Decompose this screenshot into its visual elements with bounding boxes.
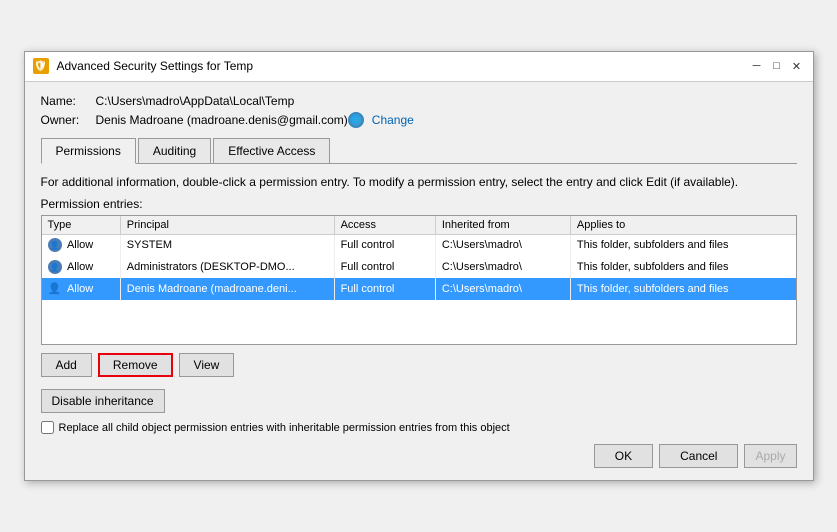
table-row-empty [42,300,796,322]
cell-principal: SYSTEM [120,234,334,256]
cell-inherited: C:\Users\madro\ [435,256,570,278]
disable-inheritance-button[interactable]: Disable inheritance [41,389,165,413]
maximize-button[interactable]: □ [769,58,785,74]
change-link[interactable]: Change [372,113,414,127]
col-principal: Principal [120,216,334,235]
content-area: Name: C:\Users\madro\AppData\Local\Temp … [25,82,813,480]
window-icon: 🛡 [33,58,49,74]
cell-type: 👤 Allow [42,234,121,256]
cell-principal: Denis Madroane (madroane.deni... [120,278,334,300]
table-row-empty [42,322,796,344]
owner-value: Denis Madroane (madroane.denis@gmail.com… [96,113,348,127]
col-applies: Applies to [570,216,795,235]
name-value: C:\Users\madro\AppData\Local\Temp [96,94,295,108]
apply-button[interactable]: Apply [744,444,796,468]
cell-principal: Administrators (DESKTOP-DMO... [120,256,334,278]
ok-button[interactable]: OK [594,444,653,468]
footer-buttons: OK Cancel Apply [41,444,797,468]
col-type: Type [42,216,121,235]
replace-checkbox-row: Replace all child object permission entr… [41,421,797,434]
tab-bar: Permissions Auditing Effective Access [41,138,797,164]
user-icon: 👤 [48,238,62,252]
cell-access: Full control [334,234,435,256]
cell-applies: This folder, subfolders and files [570,256,795,278]
title-bar-controls: ─ □ ✕ [749,58,805,74]
cell-inherited: C:\Users\madro\ [435,234,570,256]
user-icon: 👤 [48,260,62,274]
disable-inheritance-row: Disable inheritance [41,383,797,413]
table-body: 👤 Allow SYSTEM Full control C:\Users\mad… [42,234,796,344]
globe-icon: 🌐 [348,112,364,128]
owner-row: Owner: Denis Madroane (madroane.denis@gm… [41,112,797,128]
tab-auditing[interactable]: Auditing [138,138,211,163]
table-row[interactable]: 👤 Allow Denis Madroane (madroane.deni...… [42,278,796,300]
main-window: 🛡 Advanced Security Settings for Temp ─ … [24,51,814,481]
cell-access: Full control [334,278,435,300]
tab-effective-access[interactable]: Effective Access [213,138,330,163]
replace-checkbox-label: Replace all child object permission entr… [59,422,510,434]
add-button[interactable]: Add [41,353,92,377]
cell-access: Full control [334,256,435,278]
minimize-button[interactable]: ─ [749,58,765,74]
cell-inherited: C:\Users\madro\ [435,278,570,300]
title-bar: 🛡 Advanced Security Settings for Temp ─ … [25,52,813,82]
replace-checkbox[interactable] [41,421,54,434]
cell-type: 👤 Allow [42,256,121,278]
cell-applies: This folder, subfolders and files [570,234,795,256]
perm-entries-label: Permission entries: [41,197,797,211]
view-button[interactable]: View [179,353,235,377]
table-row[interactable]: 👤 Allow SYSTEM Full control C:\Users\mad… [42,234,796,256]
cancel-button[interactable]: Cancel [659,444,738,468]
col-access: Access [334,216,435,235]
permissions-table-wrapper: Type Principal Access Inherited from App… [41,215,797,346]
col-inherited: Inherited from [435,216,570,235]
cell-applies: This folder, subfolders and files [570,278,795,300]
table-row[interactable]: 👤 Allow Administrators (DESKTOP-DMO... F… [42,256,796,278]
remove-button[interactable]: Remove [98,353,173,377]
table-header: Type Principal Access Inherited from App… [42,216,796,235]
action-buttons: Add Remove View [41,353,797,377]
name-label: Name: [41,94,96,108]
window-title: Advanced Security Settings for Temp [57,59,749,73]
close-button[interactable]: ✕ [789,58,805,74]
description-text: For additional information, double-click… [41,174,797,191]
name-row: Name: C:\Users\madro\AppData\Local\Temp [41,94,797,108]
tab-permissions[interactable]: Permissions [41,138,136,164]
owner-label: Owner: [41,113,96,127]
cell-type: 👤 Allow [42,278,121,300]
user-icon: 👤 [48,282,62,296]
permissions-table: Type Principal Access Inherited from App… [42,216,796,345]
